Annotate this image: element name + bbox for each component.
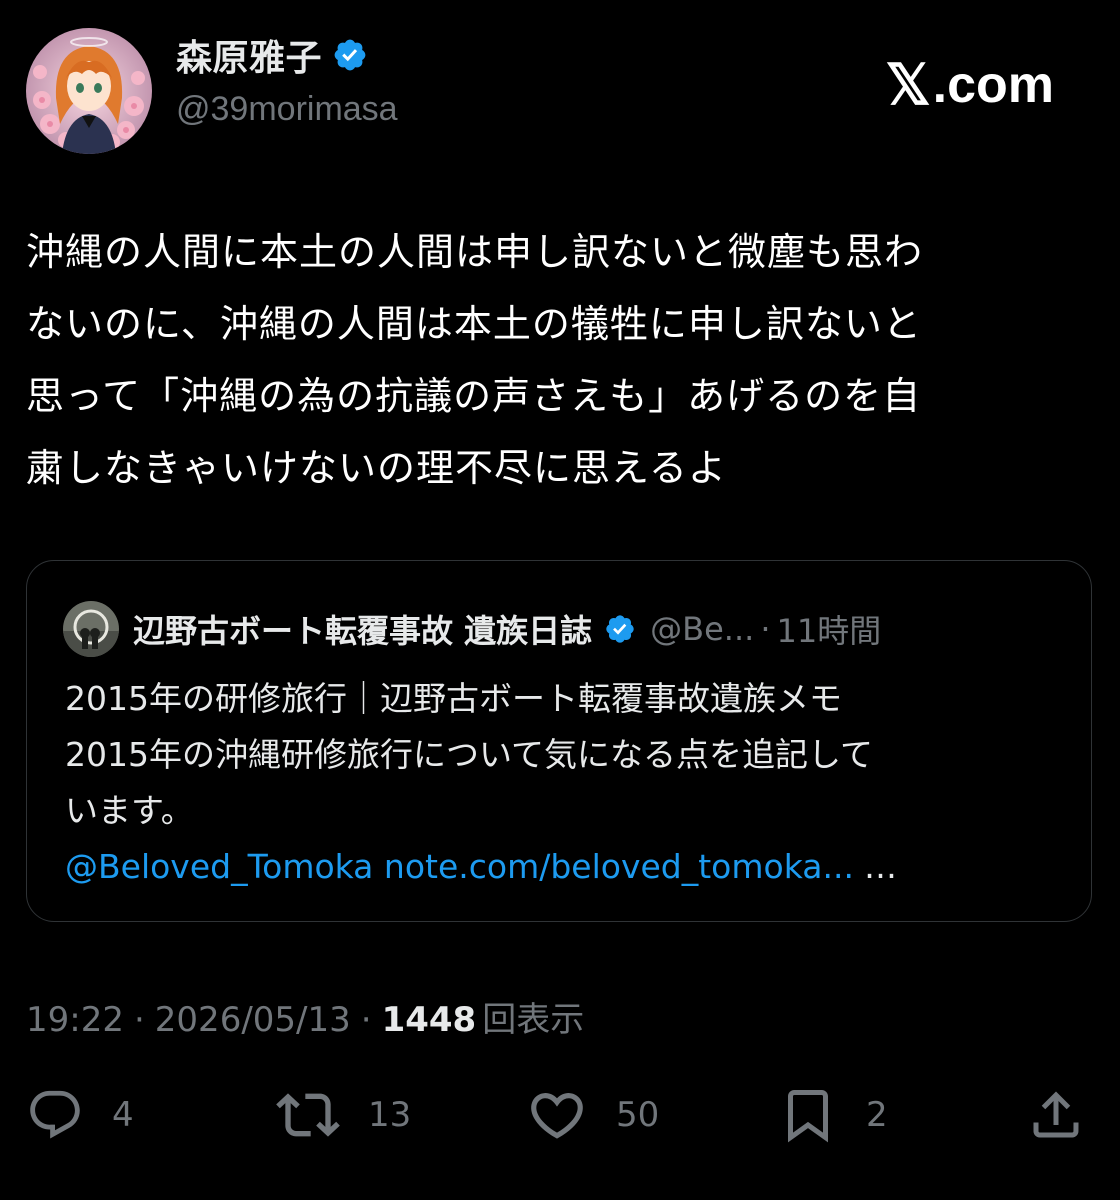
like-count: 50 xyxy=(616,1095,660,1135)
quoted-more-ellipsis: … xyxy=(863,847,897,886)
x-logo-icon: 𝕏 xyxy=(885,53,931,116)
author-name-row: 森原雅子 xyxy=(176,29,398,81)
quoted-verified-badge-icon xyxy=(604,613,636,645)
quoted-author-avatar xyxy=(63,601,119,657)
reply-icon xyxy=(30,1090,80,1139)
tweet-header: 森原雅子 @39morimasa 𝕏 .com xyxy=(26,24,1096,154)
author-avatar[interactable] xyxy=(26,28,152,154)
like-button[interactable]: 50 xyxy=(526,1080,659,1150)
tweet-meta: 19:22 · 2026/05/13 · 1448 回表示 xyxy=(26,992,584,1041)
author-handle[interactable]: @39morimasa xyxy=(176,90,398,129)
tweet-action-bar: 4 13 50 2 xyxy=(26,1080,1086,1150)
retweet-button[interactable]: 13 xyxy=(276,1080,411,1150)
bookmark-button[interactable]: 2 xyxy=(778,1080,888,1150)
bookmark-icon xyxy=(788,1090,828,1143)
quoted-separator-dot: · xyxy=(760,610,771,648)
meta-separator: · xyxy=(360,1000,372,1040)
quoted-tweet-card[interactable]: 辺野古ボート転覆事故 遺族日誌 @Be... · 11時間 2015年の研修旅行… xyxy=(26,560,1092,922)
quoted-tweet-header: 辺野古ボート転覆事故 遺族日誌 @Be... · 11時間 xyxy=(63,601,881,657)
author-block: 森原雅子 @39morimasa xyxy=(176,32,398,129)
tweet-date[interactable]: 2026/05/13 xyxy=(155,1000,351,1040)
reply-button[interactable]: 4 xyxy=(26,1080,134,1150)
quoted-text-line: 2015年の研修旅行｜辺野古ボート転覆事故遺族メモ xyxy=(65,679,842,718)
author-display-name[interactable]: 森原雅子 xyxy=(176,29,322,81)
tweet-time[interactable]: 19:22 xyxy=(26,1000,124,1040)
x-com-logo: 𝕏 .com xyxy=(886,52,1055,118)
bookmark-count: 2 xyxy=(866,1095,888,1135)
brand-domain: .com xyxy=(932,56,1054,114)
meta-separator: · xyxy=(133,1000,145,1040)
reply-count: 4 xyxy=(112,1095,134,1135)
retweet-count: 13 xyxy=(368,1095,412,1135)
tweet-text: 沖縄の人間に本土の人間は申し訳ないと微塵も思わ ないのに、沖縄の人間は本土の犠牲… xyxy=(26,230,924,490)
quoted-url-link[interactable]: note.com/beloved_tomoka... xyxy=(384,847,854,886)
views-count: 1448 xyxy=(381,1000,477,1040)
heart-icon xyxy=(531,1093,583,1139)
quoted-author-name: 辺野古ボート転覆事故 遺族日誌 xyxy=(133,612,593,650)
quoted-tweet-text: 2015年の研修旅行｜辺野古ボート転覆事故遺族メモ 2015年の沖縄研修旅行につ… xyxy=(65,671,1065,895)
verified-badge-icon xyxy=(332,37,368,73)
views-label: 回表示 xyxy=(482,1000,585,1040)
quoted-text-line: 2015年の沖縄研修旅行について気になる点を追記して xyxy=(65,735,874,774)
quoted-timestamp: 11時間 xyxy=(776,612,882,650)
quoted-links-line: @Beloved_Tomoka note.com/beloved_tomoka.… xyxy=(65,839,1065,895)
share-button[interactable] xyxy=(1026,1080,1086,1150)
share-icon xyxy=(1033,1091,1079,1138)
quoted-text-line: います。 xyxy=(65,791,194,830)
retweet-icon xyxy=(276,1093,340,1137)
quoted-author-handle: @Be... xyxy=(650,610,755,648)
quoted-mention-link[interactable]: @Beloved_Tomoka xyxy=(65,847,373,886)
